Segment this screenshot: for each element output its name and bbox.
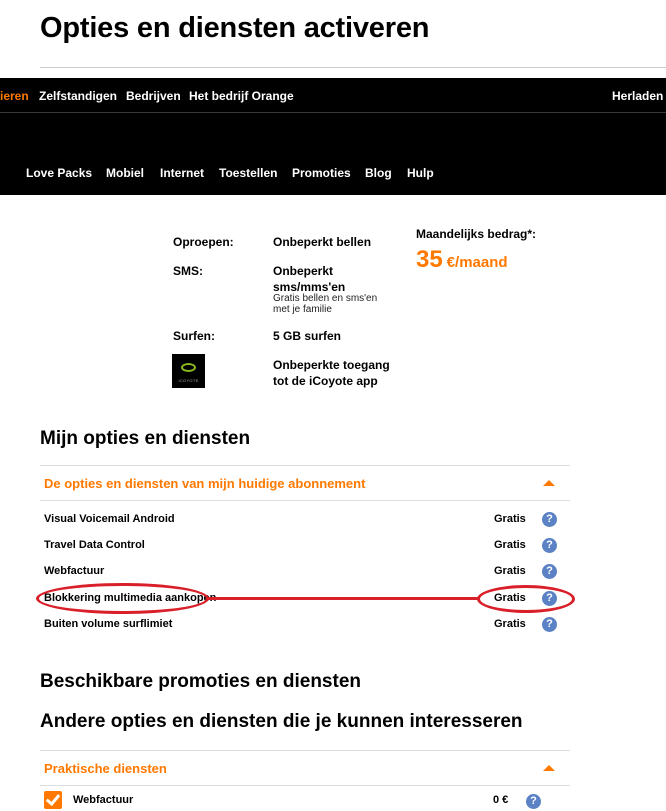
help-icon[interactable]: ?: [542, 512, 557, 527]
caret-up-icon[interactable]: [543, 480, 555, 486]
option-name: Webfactuur: [44, 565, 105, 577]
main-nav-item-hulp[interactable]: Hulp: [407, 166, 434, 180]
main-nav-item-toestellen[interactable]: Toestellen: [219, 166, 277, 180]
highlight-ellipse-price: [477, 585, 575, 613]
plan-sms-value: Onbeperkt sms/mms'en: [273, 264, 346, 294]
plan-data-value: 5 GB surfen: [273, 329, 342, 343]
help-icon[interactable]: ?: [542, 538, 557, 553]
webfactuur-checkbox[interactable]: [44, 791, 62, 809]
my-options-title: Mijn opties en diensten: [40, 428, 251, 449]
plan-app-value: Onbeperkte toegang tot de iCoyote app: [273, 358, 390, 388]
option-name: Travel Data Control: [44, 539, 145, 551]
monthly-amount-unit: €/maand: [446, 254, 508, 271]
main-nav-item-love-packs[interactable]: Love Packs: [26, 166, 92, 180]
option-name: Visual Voicemail Android: [44, 513, 175, 525]
option-price: Gratis: [494, 618, 526, 630]
practical-services-accordion[interactable]: Praktische diensten: [40, 750, 570, 786]
top-nav-item-particulieren[interactable]: ieren: [0, 89, 29, 103]
monthly-amount: 35 €/maand: [416, 246, 508, 274]
top-nav: ieren Zelfstandigen Bedrijven Het bedrij…: [0, 78, 666, 113]
option-row-travel-data-control: Travel Data Control Gratis ?: [40, 537, 570, 555]
plan-sms-note: Gratis bellen en sms'en met je familie: [273, 293, 378, 315]
plan-calls-value: Onbeperkt bellen: [273, 235, 372, 249]
option-row-webfactuur: Webfactuur Gratis ?: [40, 563, 570, 581]
icoyote-app-logo: ICOYOTE: [172, 354, 205, 388]
other-option-price: 0 €: [493, 794, 509, 806]
main-nav-item-promoties[interactable]: Promoties: [292, 166, 351, 180]
plan-data-label: Surfen:: [173, 329, 215, 343]
option-price: Gratis: [494, 513, 526, 525]
icoyote-logo-text: ICOYOTE: [178, 378, 199, 383]
help-icon[interactable]: ?: [542, 617, 557, 632]
option-price: Gratis: [494, 539, 526, 551]
main-nav-item-blog[interactable]: Blog: [365, 166, 392, 180]
main-nav-item-internet[interactable]: Internet: [160, 166, 204, 180]
practical-services-accordion-label: Praktische diensten: [44, 761, 167, 776]
available-promotions-title: Beschikbare promoties en diensten: [40, 671, 361, 692]
title-divider: [40, 67, 666, 68]
option-row-buiten-volume: Buiten volume surflimiet Gratis ?: [40, 616, 570, 634]
plan-calls-label: Oproepen:: [173, 235, 234, 249]
plan-sms-label: SMS:: [173, 264, 203, 278]
highlight-ellipse-name: [36, 583, 209, 614]
main-nav-item-mobiel[interactable]: Mobiel: [106, 166, 144, 180]
monthly-amount-number: 35: [416, 246, 443, 273]
page-title: Opties en diensten activeren: [40, 12, 430, 44]
other-option-name: Webfactuur: [73, 794, 134, 806]
top-nav-item-het-bedrijf-orange[interactable]: Het bedrijf Orange: [189, 89, 294, 103]
current-subscription-accordion-label: De opties en diensten van mijn huidige a…: [44, 476, 366, 491]
main-nav: Love Packs Mobiel Internet Toestellen Pr…: [0, 113, 666, 195]
highlight-connector-line: [206, 597, 480, 600]
other-options-title: Andere opties en diensten die je kunnen …: [40, 711, 523, 732]
top-nav-item-zelfstandigen[interactable]: Zelfstandigen: [39, 89, 117, 103]
caret-up-icon[interactable]: [543, 765, 555, 771]
option-name: Buiten volume surflimiet: [44, 618, 173, 630]
top-nav-item-bedrijven[interactable]: Bedrijven: [126, 89, 181, 103]
option-price: Gratis: [494, 565, 526, 577]
current-subscription-accordion[interactable]: De opties en diensten van mijn huidige a…: [40, 465, 570, 501]
top-nav-herladen[interactable]: Herladen: [612, 89, 663, 103]
help-icon[interactable]: ?: [526, 794, 541, 809]
option-row-visual-voicemail: Visual Voicemail Android Gratis ?: [40, 511, 570, 529]
icoyote-logo-icon: [181, 363, 196, 372]
monthly-amount-label: Maandelijks bedrag*:: [416, 227, 537, 241]
help-icon[interactable]: ?: [542, 564, 557, 579]
